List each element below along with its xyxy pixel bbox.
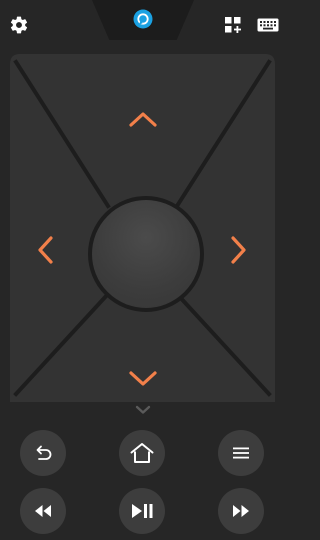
alexa-ring-icon: [133, 9, 153, 29]
settings-button[interactable]: [6, 12, 32, 38]
chevron-down-icon: [129, 371, 157, 386]
fire-tv-remote-screen: { "app": { "name": "Fire TV Remote" }, "…: [0, 0, 285, 540]
fast-forward-icon: [233, 505, 249, 517]
home-button[interactable]: [119, 430, 165, 476]
dpad-left-button[interactable]: [32, 234, 58, 266]
keyboard-button[interactable]: [254, 12, 282, 38]
home-icon: [130, 443, 154, 463]
top-bar: [0, 0, 285, 48]
back-button[interactable]: [20, 430, 66, 476]
apps-button[interactable]: [220, 12, 246, 38]
apps-grid-plus-icon: [225, 17, 241, 33]
dpad-right-button[interactable]: [226, 234, 252, 266]
gear-icon: [10, 16, 28, 34]
rewind-button[interactable]: [20, 488, 66, 534]
menu-icon: [233, 447, 249, 459]
chevron-down-icon: [135, 405, 151, 414]
play-pause-icon: [132, 504, 153, 518]
chevron-up-icon: [129, 112, 157, 127]
chevron-right-icon: [231, 236, 246, 264]
menu-button[interactable]: [218, 430, 264, 476]
rewind-icon: [35, 505, 51, 517]
keyboard-icon: [257, 18, 279, 32]
fast-forward-button[interactable]: [218, 488, 264, 534]
select-button[interactable]: [88, 196, 204, 312]
chevron-left-icon: [38, 236, 53, 264]
collapse-remote-button[interactable]: [132, 402, 154, 418]
dpad: [10, 54, 275, 402]
play-pause-button[interactable]: [119, 488, 165, 534]
alexa-button[interactable]: [130, 6, 156, 32]
back-arrow-icon: [36, 445, 52, 460]
dpad-down-button[interactable]: [128, 366, 158, 392]
dpad-up-button[interactable]: [128, 106, 158, 132]
